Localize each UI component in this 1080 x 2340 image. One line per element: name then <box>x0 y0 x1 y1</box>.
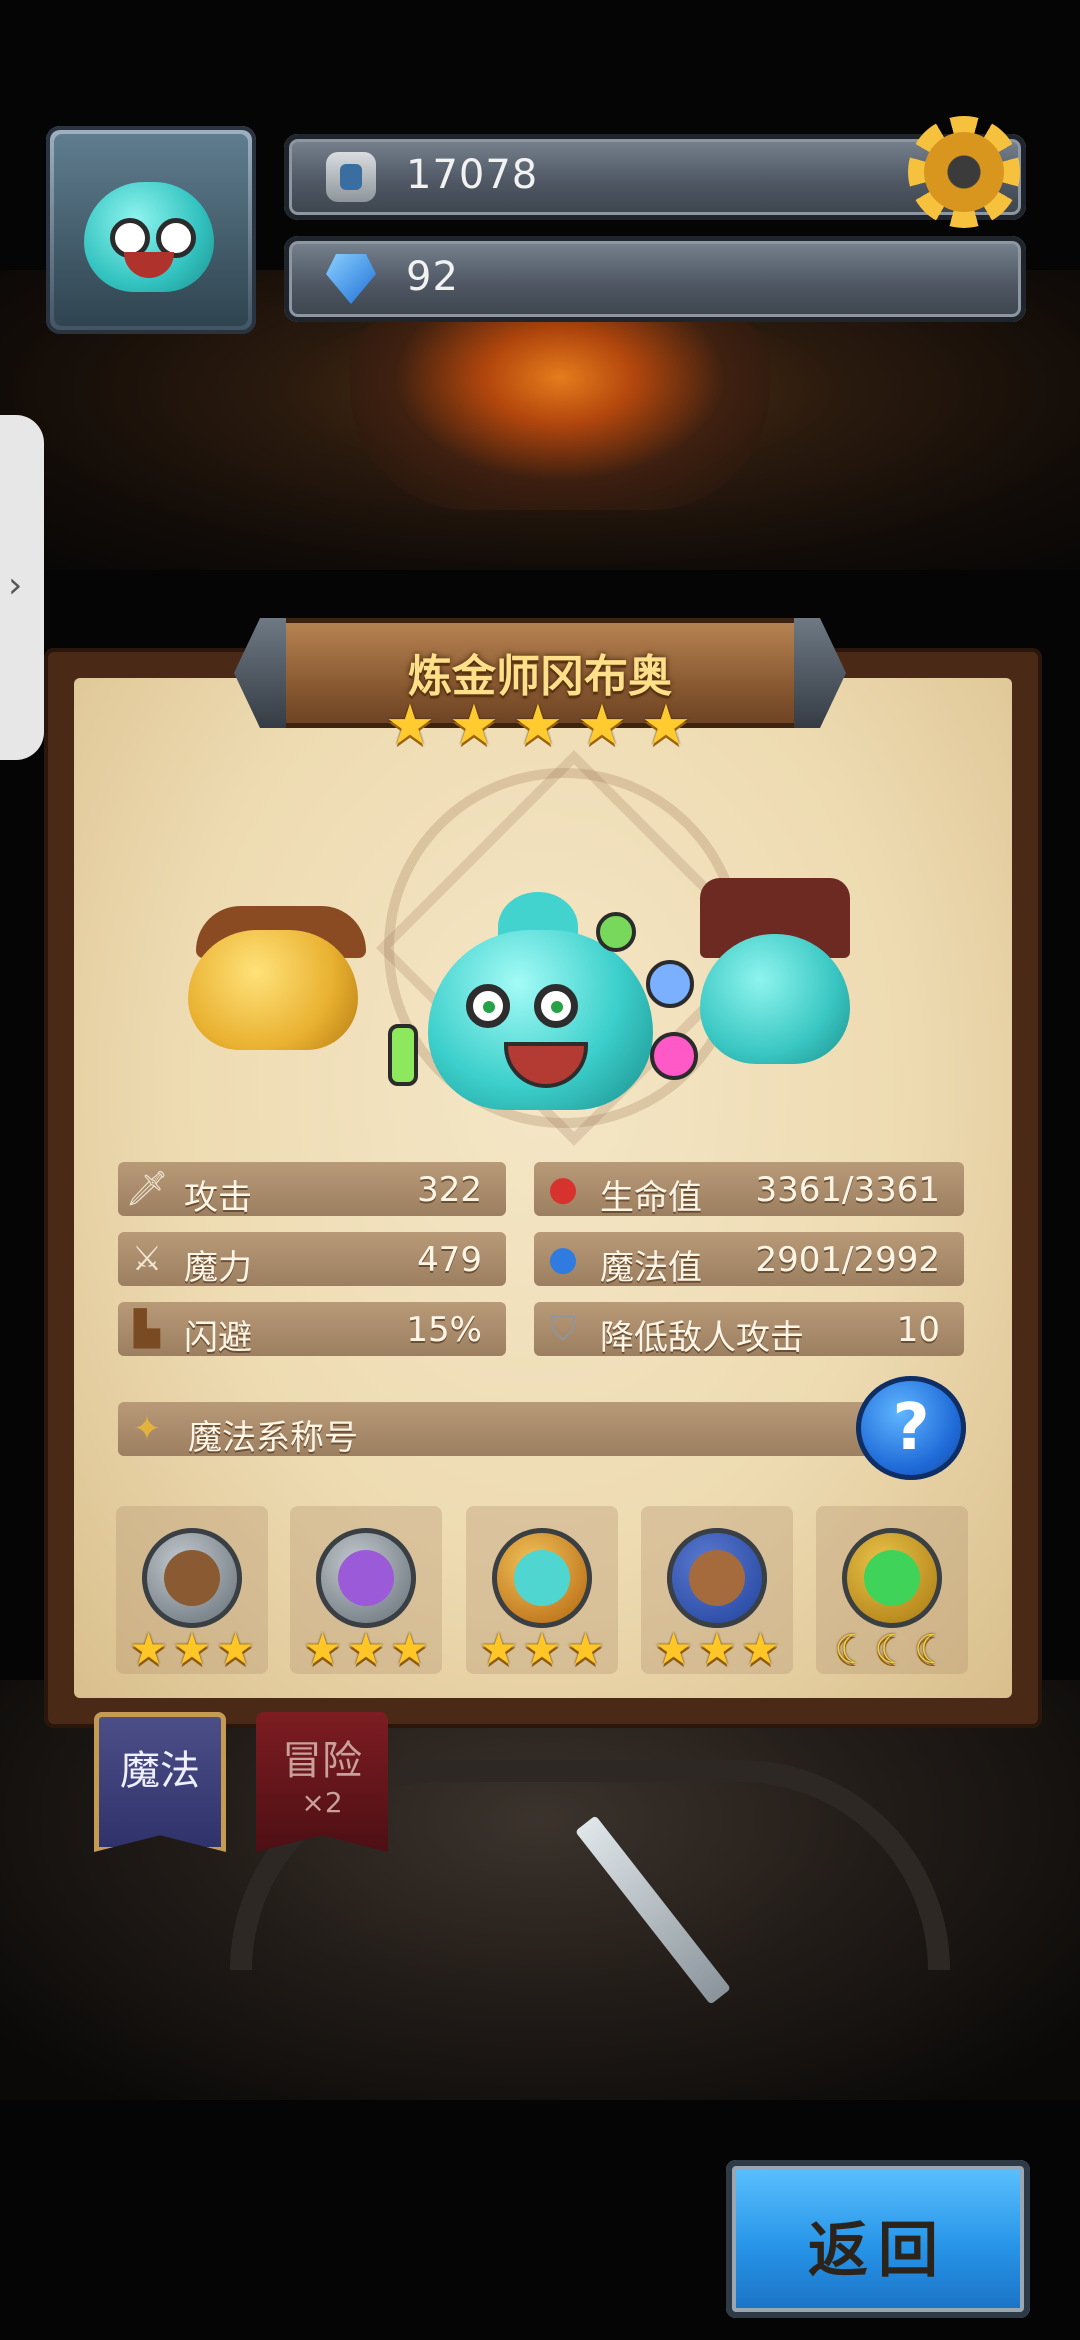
star-icon: ★ <box>478 1624 519 1675</box>
stone-tablet-icon <box>326 152 376 202</box>
crystal-shield-emblem-icon <box>316 1528 416 1628</box>
tab-label: 冒险 <box>282 1738 362 1784</box>
stat-attack: 🗡 攻击 322 <box>118 1162 506 1218</box>
magic-title-bar[interactable]: ✦ 魔法系称号 <box>118 1402 918 1458</box>
chevron-right-icon: › <box>8 565 23 606</box>
skill-slot-3[interactable]: ★ ★ ★ <box>466 1506 618 1674</box>
green-flask-icon <box>596 912 636 952</box>
star-icon: ★ <box>448 693 500 758</box>
gem-count: 92 <box>406 254 459 300</box>
skill-slot-4[interactable]: ★ ★ ★ <box>641 1506 793 1674</box>
stat-label: 闪避 <box>184 1318 252 1358</box>
forge-lava <box>350 320 770 510</box>
blue-potion-icon: ● <box>548 1239 578 1279</box>
right-eye <box>534 984 578 1028</box>
star-icon: ★ <box>512 693 564 758</box>
boot-icon: ▙ <box>133 1309 161 1349</box>
wand-badge-icon: ✦ <box>132 1409 162 1449</box>
portal-crown-emblem-icon <box>842 1528 942 1628</box>
stat-hp: ● 生命值 3361/3361 <box>534 1162 964 1218</box>
player-avatar[interactable] <box>46 126 256 334</box>
blue-flask-icon <box>646 960 694 1008</box>
horn-emblem-icon <box>142 1528 242 1628</box>
stat-mp: ● 魔法值 2901/2992 <box>534 1232 964 1288</box>
rock-laurel-emblem-icon <box>667 1528 767 1628</box>
star-icon: ★ <box>522 1624 562 1675</box>
star-icon: ★ <box>740 1624 781 1675</box>
red-potion-icon: ● <box>548 1169 578 1209</box>
star-icon: ★ <box>697 1624 737 1675</box>
star-icon: ★ <box>128 1624 169 1675</box>
gear-icon[interactable] <box>908 116 1020 228</box>
star-icon: ★ <box>346 1624 386 1675</box>
side-drawer-handle[interactable]: › <box>0 415 44 760</box>
skill-slot-5[interactable]: ☾ ☾ ☾ <box>816 1506 968 1674</box>
stat-label: 生命值 <box>600 1178 702 1218</box>
stat-reduce-attack: ⛉ 降低敌人攻击 10 <box>534 1302 964 1358</box>
tab-label: 魔法 <box>120 1748 200 1794</box>
stat-value: 3361/3361 <box>755 1170 940 1210</box>
stat-label: 魔力 <box>184 1248 252 1288</box>
star-icon: ★ <box>640 693 692 758</box>
left-eye <box>466 984 510 1028</box>
tab-multiplier: ×2 <box>301 1786 343 1819</box>
stat-label: 攻击 <box>184 1178 252 1218</box>
stat-magic-power: ⚔ 魔力 479 <box>118 1232 506 1288</box>
skill-slot-1[interactable]: ★ ★ ★ <box>116 1506 268 1674</box>
star-icon: ★ <box>389 1624 430 1675</box>
back-label: 返回 <box>808 2216 948 2286</box>
star-icon: ★ <box>215 1624 256 1675</box>
stat-value: 322 <box>417 1170 482 1210</box>
star-icon: ★ <box>384 693 436 758</box>
star-icon: ★ <box>302 1624 343 1675</box>
stat-value: 10 <box>896 1310 940 1350</box>
stat-value: 2901/2992 <box>755 1240 940 1280</box>
shield-icon: ⛉ <box>550 1309 576 1349</box>
star-icon: ★ <box>653 1624 694 1675</box>
stat-label: 魔法值 <box>600 1248 702 1288</box>
avatar-art <box>54 134 248 326</box>
yellow-slime-character <box>188 930 358 1050</box>
hero-star-rating: ★ ★ ★ ★ ★ <box>382 698 702 754</box>
stat-value: 15% <box>406 1310 482 1350</box>
skill-slot-2[interactable]: ★ ★ ★ <box>290 1506 442 1674</box>
stat-dodge: ▙ 闪避 15% <box>118 1302 506 1358</box>
star-icon: ★ <box>576 693 628 758</box>
pink-flask-icon <box>650 1032 698 1080</box>
moon-icon: ☾ <box>834 1627 871 1673</box>
tab-magic[interactable]: 魔法 <box>94 1712 226 1852</box>
green-vial-icon <box>388 1024 418 1086</box>
back-button[interactable]: 返回 <box>726 2160 1030 2318</box>
blue-gem-icon <box>326 254 376 304</box>
stat-label: 降低敌人攻击 <box>600 1318 804 1358</box>
stone-count: 17078 <box>406 152 539 198</box>
moon-icon: ☾ <box>874 1627 910 1673</box>
sword-icon: 🗡 <box>125 1169 169 1209</box>
potion-emblem-icon <box>492 1528 592 1628</box>
title-label: 魔法系称号 <box>188 1418 358 1458</box>
star-icon: ★ <box>565 1624 606 1675</box>
stat-value: 479 <box>417 1240 482 1280</box>
help-button[interactable]: ? <box>856 1376 966 1480</box>
star-icon: ★ <box>172 1624 212 1675</box>
staff-icon: ⚔ <box>131 1239 163 1279</box>
moon-icon: ☾ <box>913 1627 950 1673</box>
tab-adventure[interactable]: 冒险 ×2 <box>256 1712 388 1852</box>
gem-currency-bar: 92 <box>284 236 1026 322</box>
